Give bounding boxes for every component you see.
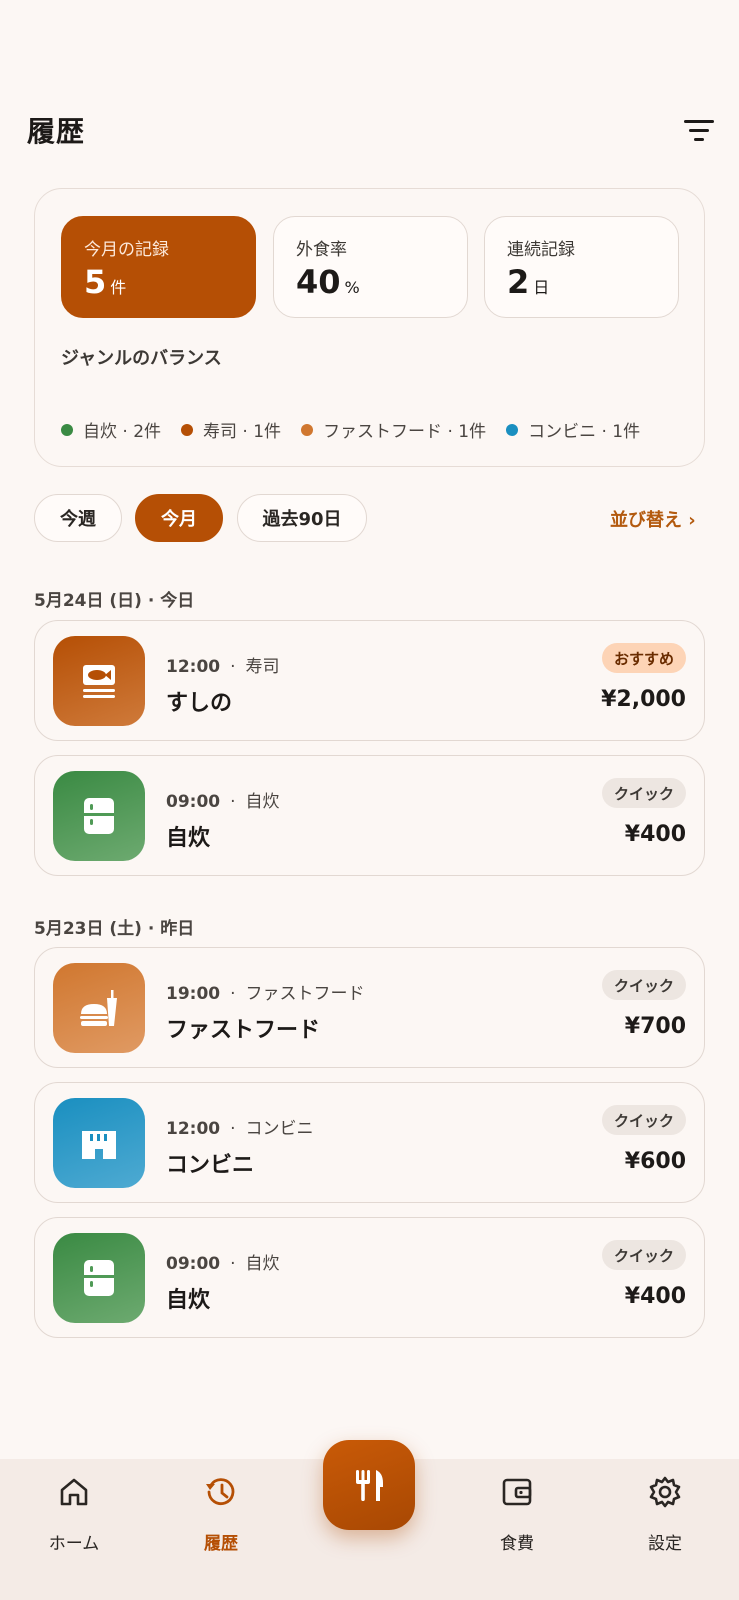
fridge-icon [53,1233,145,1323]
sort-button[interactable]: 並び替え › [610,506,696,532]
stat-streak: 連続記録 2日 [484,216,679,318]
gear-icon [649,1476,681,1508]
header: 履歴 [0,100,739,160]
legend-item-fastfood: ファストフード · 1件 [301,417,486,442]
stat-label: 連続記録 [507,240,575,260]
record-price: ¥600 [624,1149,686,1174]
quick-badge: クイック [601,1240,686,1270]
stat-monthly-records: 今月の記録 5件 [61,216,256,318]
record-name: すしの [166,691,233,716]
date-header: 5月23日 (土) · 昨日 [34,919,195,939]
legend-dot [506,423,519,436]
stat-value: 2日 [507,263,550,301]
record-name: 自炊 [166,826,211,851]
record-item[interactable]: 19:00 · ファストフード ファストフード クイック ¥700 [34,947,705,1068]
home-icon [60,1478,88,1506]
nav-item-settings[interactable]: 設定 [610,1459,720,1569]
stat-eating-out-rate: 外食率 40% [273,216,468,318]
date-header: 5月24日 (日) · 今日 [34,591,195,611]
wallet-icon [502,1478,532,1506]
genre-balance-title: ジャンルのバランス [61,348,222,369]
nav-label: 履歴 [204,1534,238,1554]
record-item[interactable]: 09:00 · 自炊 自炊 クイック ¥400 [34,1217,705,1338]
nav-item-food-expenses[interactable]: 食費 [462,1459,572,1569]
record-meta: 09:00 · 自炊 [166,792,280,812]
page-title: 履歴 [27,115,86,148]
record-meta: 09:00 · 自炊 [166,1254,280,1274]
fork-knife-icon [356,1470,383,1501]
summary-card: 今月の記録 5件 外食率 40% 連続記録 2日 ジャンルのバランス 自炊 · … [34,188,705,467]
record-item[interactable]: 09:00 · 自炊 自炊 クイック ¥400 [34,755,705,876]
legend-item-convenience: コンビニ · 1件 [506,417,640,442]
fridge-icon [53,771,145,861]
record-meta: 19:00 · ファストフード [166,984,365,1004]
record-price: ¥400 [624,822,686,847]
nav-label: 食費 [500,1534,534,1554]
legend-dot [61,423,73,436]
record-meta: 12:00 · コンビニ [166,1119,314,1139]
chip-past-90-days[interactable]: 過去90日 [237,494,367,542]
legend-dot [301,423,314,436]
legend-item-sushi: 寿司 · 1件 [181,417,281,442]
quick-badge: クイック [601,970,686,1000]
record-price: ¥2,000 [601,687,686,712]
stat-label: 外食率 [296,240,347,260]
stat-value: 40% [296,263,360,301]
filter-icon[interactable] [680,114,718,144]
record-price: ¥400 [624,1284,686,1309]
history-icon [206,1478,235,1505]
chip-this-week[interactable]: 今週 [34,494,122,542]
nav-item-home[interactable]: ホーム [19,1459,129,1569]
record-item[interactable]: 12:00 · 寿司 すしの おすすめ ¥2,000 [34,620,705,741]
add-meal-button[interactable] [323,1440,415,1530]
stat-label: 今月の記録 [84,240,169,260]
genre-legend: 自炊 · 2件 寿司 · 1件 ファストフード · 1件 コンビニ · 1件 [61,417,640,442]
stat-value: 5件 [84,263,127,301]
record-meta: 12:00 · 寿司 [166,657,280,677]
nav-label: ホーム [48,1534,100,1554]
record-name: ファストフード [166,1018,321,1043]
chip-this-month[interactable]: 今月 [135,494,223,542]
legend-dot [181,423,194,436]
record-name: 自炊 [166,1288,211,1313]
quick-badge: クイック [601,778,686,808]
sushi-icon [53,636,145,726]
legend-item-home-cooking: 自炊 · 2件 [61,417,161,442]
history-screen: 履歴 今月の記録 5件 外食率 40% 連続記録 2日 ジャンルのバランス 自炊… [0,0,739,1600]
convenience-store-icon [53,1098,145,1188]
record-item[interactable]: 12:00 · コンビニ コンビニ クイック ¥600 [34,1082,705,1203]
quick-badge: クイック [601,1105,686,1135]
record-price: ¥700 [624,1014,686,1039]
nav-label: 設定 [648,1534,682,1554]
recommended-badge: おすすめ [601,643,686,673]
record-name: コンビニ [166,1153,255,1178]
fastfood-icon [53,963,145,1053]
nav-item-history[interactable]: 履歴 [166,1459,276,1569]
